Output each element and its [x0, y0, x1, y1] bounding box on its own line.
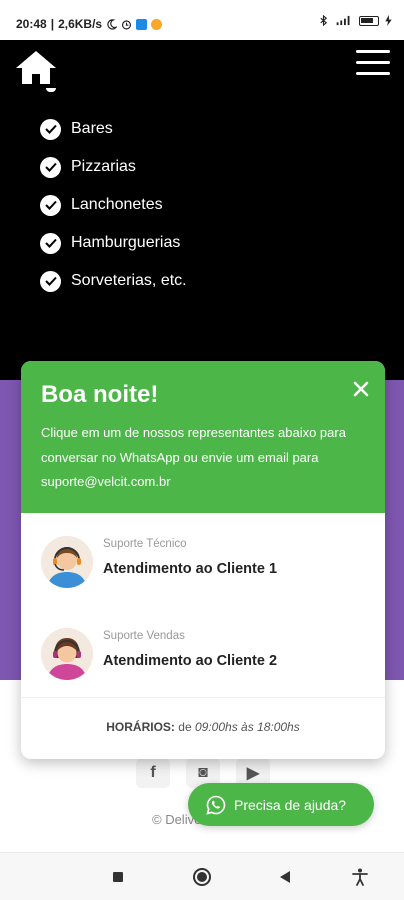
agent-avatar: [41, 536, 93, 588]
home-nav-button[interactable]: [192, 867, 212, 887]
business-hours: HORÁRIOS: de 09:00hs às 18:00hs: [21, 697, 385, 759]
list-item-label: Lanchonetes: [71, 196, 163, 213]
bluetooth-icon: [320, 15, 328, 26]
accessibility-icon: [352, 868, 368, 886]
status-time: 20:48: [16, 17, 47, 31]
accessibility-nav-button[interactable]: [350, 867, 370, 887]
back-nav-button[interactable]: [275, 867, 295, 887]
agent-avatar: [41, 628, 93, 680]
charging-icon: [385, 15, 392, 26]
circle-icon: [193, 868, 211, 886]
popup-header: Boa noite! Clique em um de nossos repres…: [21, 361, 385, 513]
hours-prefix: de: [178, 720, 192, 734]
home-icon[interactable]: [14, 48, 58, 88]
agent-name: Atendimento ao Cliente 2: [103, 653, 278, 669]
list-item: Hamburguerias: [40, 224, 187, 262]
hours-label: HORÁRIOS:: [106, 720, 175, 734]
alarm-icon: [122, 19, 132, 29]
female-agent-avatar-icon: [41, 628, 93, 680]
back-triangle-icon: [280, 871, 290, 883]
status-network-speed: 2,6KB/s: [58, 17, 103, 31]
battery-icon: [359, 15, 379, 26]
agent-name: Atendimento ao Cliente 1: [103, 561, 278, 577]
whatsapp-button-label: Precisa de ajuda?: [234, 796, 347, 813]
list-item: Pizzarias: [40, 148, 187, 186]
popup-title: Boa noite!: [41, 381, 159, 408]
close-icon[interactable]: [353, 381, 369, 397]
status-bar-left: 20:48 | 2,6KB/s: [16, 17, 163, 31]
list-item: Lanchonetes: [40, 186, 187, 224]
check-circle-icon: [40, 194, 61, 216]
status-bar: 20:48 | 2,6KB/s: [0, 0, 404, 40]
check-circle-icon: [40, 118, 61, 140]
check-circle-icon: [40, 270, 61, 292]
app-notification-icon: [136, 18, 148, 30]
list-item: Bares: [40, 110, 187, 148]
screen: 20:48 | 2,6KB/s Bares Pizzarias Lanchone…: [0, 0, 404, 900]
agent-support-tech[interactable]: Suporte Técnico Atendimento ao Cliente 1: [21, 524, 385, 594]
list-item: Sorveterias, etc.: [40, 262, 187, 300]
whatsapp-help-button[interactable]: Precisa de ajuda?: [188, 783, 374, 826]
list-item-label: Hamburguerias: [71, 234, 181, 251]
agent-role: Suporte Vendas: [103, 630, 185, 642]
hours-value: 09:00hs às 18:00hs: [194, 720, 300, 734]
hamburger-menu-icon[interactable]: [356, 50, 390, 76]
popup-description: Clique em um de nossos representantes ab…: [41, 425, 346, 489]
hero-section: Bares Pizzarias Lanchonetes Hamburgueria…: [0, 40, 404, 390]
list-item-label: Pizzarias: [71, 158, 136, 175]
system-nav-bar: [0, 852, 404, 900]
moon-icon: [107, 18, 118, 30]
whatsapp-icon: [206, 795, 226, 815]
agent-role: Suporte Técnico: [103, 538, 187, 550]
check-circle-icon: [40, 156, 61, 178]
menu-line: [356, 61, 390, 64]
partial-list-bullet: [46, 88, 56, 92]
menu-line: [356, 72, 390, 75]
business-type-list: Bares Pizzarias Lanchonetes Hamburgueria…: [40, 110, 187, 300]
list-item-label: Sorveterias, etc.: [71, 272, 187, 289]
agent-support-sales[interactable]: Suporte Vendas Atendimento ao Cliente 2: [21, 616, 385, 686]
signal-icon: [336, 15, 350, 26]
status-bar-right: [318, 15, 392, 26]
menu-line: [356, 50, 390, 53]
list-item-label: Bares: [71, 120, 113, 137]
check-circle-icon: [40, 232, 61, 254]
facebook-icon[interactable]: f: [136, 758, 170, 788]
square-icon: [113, 872, 123, 882]
emoji-notification-icon: [151, 18, 163, 30]
recents-nav-button[interactable]: [108, 867, 128, 887]
whatsapp-chat-popup: Boa noite! Clique em um de nossos repres…: [21, 361, 385, 759]
male-agent-avatar-icon: [41, 536, 93, 588]
status-separator: |: [50, 17, 55, 31]
